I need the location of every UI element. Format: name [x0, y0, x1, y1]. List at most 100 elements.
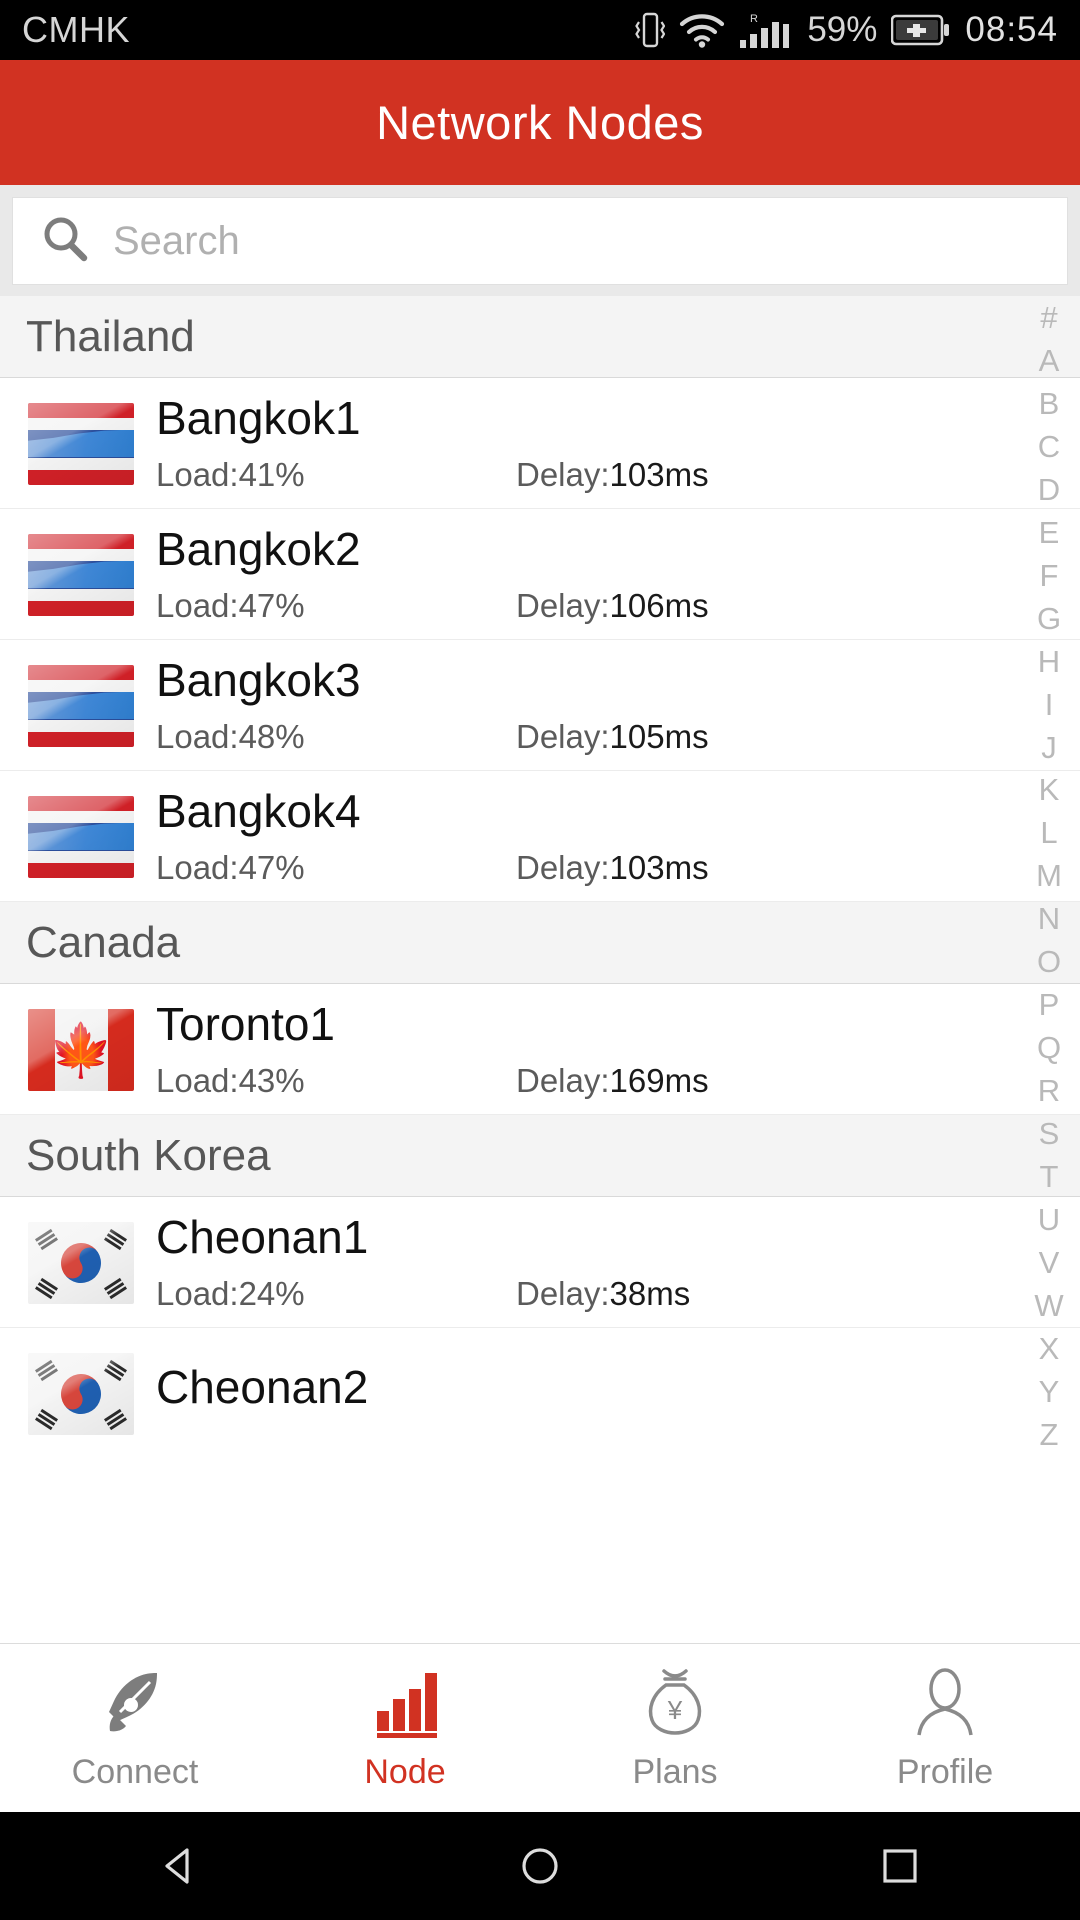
android-nav-bar [0, 1812, 1080, 1920]
table-row[interactable]: Bangkok4 Load:47% Delay:103ms [0, 771, 1080, 902]
section-header-thailand: Thailand [0, 296, 1080, 378]
rocket-icon [98, 1665, 172, 1739]
carrier-label: CMHK [22, 9, 130, 50]
alpha-item[interactable]: V [1039, 1247, 1060, 1278]
person-icon [908, 1665, 982, 1739]
alpha-item[interactable]: H [1038, 646, 1060, 677]
alpha-item[interactable]: R [1038, 1075, 1060, 1106]
thailand-flag [28, 795, 134, 878]
vibrate-icon [635, 10, 666, 50]
node-load: Load:41% [156, 455, 305, 493]
node-delay: Delay:38ms [516, 1274, 691, 1312]
table-row[interactable]: Bangkok2 Load:47% Delay:106ms [0, 509, 1080, 640]
tab-plans[interactable]: ¥ Plans [540, 1665, 810, 1792]
node-name: Cheonan2 [156, 1361, 369, 1414]
alpha-item[interactable]: F [1040, 560, 1059, 591]
alpha-item[interactable]: B [1039, 388, 1060, 419]
alphabet-index[interactable]: # A B C D E F G H I J K L M N O P Q R S … [1018, 296, 1080, 1454]
alpha-item[interactable]: # [1040, 302, 1057, 333]
alpha-item[interactable]: Z [1040, 1419, 1059, 1450]
bottom-tab-bar: Connect Node ¥ Plans Profile [0, 1643, 1080, 1812]
app-header: Network Nodes [0, 60, 1080, 185]
page-title: Network Nodes [376, 96, 704, 149]
tab-label: Plans [632, 1752, 718, 1791]
wifi-icon [679, 11, 725, 49]
table-row[interactable]: Cheonan1 Load:24% Delay:38ms [0, 1197, 1080, 1328]
node-name: Bangkok3 [156, 654, 361, 707]
tab-label: Node [364, 1752, 446, 1791]
node-delay: Delay:103ms [516, 848, 709, 886]
node-delay: Delay:105ms [516, 717, 709, 755]
search-container: Search [0, 185, 1080, 296]
tab-connect[interactable]: Connect [0, 1665, 270, 1792]
node-load: Load:48% [156, 717, 305, 755]
section-title: Canada [26, 917, 181, 967]
recents-square-icon[interactable] [840, 1844, 960, 1888]
node-name: Toronto1 [156, 998, 336, 1051]
alpha-item[interactable]: K [1039, 774, 1060, 805]
node-delay: Delay:169ms [516, 1061, 709, 1099]
node-delay: Delay:103ms [516, 455, 709, 493]
signal-icon: R [739, 10, 793, 50]
clock-label: 08:54 [965, 10, 1058, 49]
search-input[interactable]: Search [12, 197, 1068, 285]
node-name: Cheonan1 [156, 1211, 369, 1264]
thailand-flag [28, 664, 134, 747]
home-circle-icon[interactable] [480, 1844, 600, 1888]
alpha-item[interactable]: L [1040, 817, 1057, 848]
south-korea-flag [28, 1352, 134, 1435]
canada-flag: 🍁 [28, 1008, 134, 1091]
battery-percent-label: 59% [807, 10, 878, 49]
node-name: Bangkok2 [156, 523, 361, 576]
thailand-flag [28, 533, 134, 616]
alpha-item[interactable]: Q [1037, 1032, 1061, 1063]
alpha-item[interactable]: Y [1039, 1376, 1060, 1407]
alpha-item[interactable]: G [1037, 603, 1061, 634]
status-bar: CMHK R 59% 08:54 [0, 0, 1080, 60]
alpha-item[interactable]: S [1039, 1118, 1060, 1149]
bar-chart-icon [368, 1665, 442, 1739]
thailand-flag [28, 402, 134, 485]
svg-text:¥: ¥ [667, 1695, 683, 1725]
alpha-item[interactable]: A [1039, 345, 1060, 376]
alpha-item[interactable]: C [1038, 431, 1060, 462]
svg-text:R: R [750, 13, 758, 25]
alpha-item[interactable]: M [1036, 860, 1062, 891]
alpha-item[interactable]: T [1040, 1161, 1059, 1192]
alpha-item[interactable]: I [1045, 689, 1054, 720]
node-list[interactable]: Thailand Bangkok1 Load:41% Delay:103ms B… [0, 296, 1080, 1454]
table-row[interactable]: Bangkok3 Load:48% Delay:105ms [0, 640, 1080, 771]
alpha-item[interactable]: U [1038, 1204, 1060, 1235]
alpha-item[interactable]: E [1039, 517, 1060, 548]
alpha-item[interactable]: N [1038, 903, 1060, 934]
node-load: Load:43% [156, 1061, 305, 1099]
alpha-item[interactable]: J [1041, 732, 1057, 763]
node-load: Load:24% [156, 1274, 305, 1312]
tab-node[interactable]: Node [270, 1665, 540, 1792]
node-load: Load:47% [156, 586, 305, 624]
node-name: Bangkok1 [156, 392, 361, 445]
alpha-item[interactable]: O [1037, 946, 1061, 977]
section-header-south-korea: South Korea [0, 1115, 1080, 1197]
table-row[interactable]: 🍁 Toronto1 Load:43% Delay:169ms [0, 984, 1080, 1115]
tab-label: Profile [896, 1752, 994, 1791]
status-icons: R 59% 08:54 [635, 10, 1058, 50]
alpha-item[interactable]: P [1039, 989, 1060, 1020]
phone-screen: CMHK R 59% 08:54 Network Nodes Search Th… [0, 0, 1080, 1920]
money-bag-icon: ¥ [638, 1665, 712, 1739]
tab-label: Connect [71, 1752, 199, 1791]
section-header-canada: Canada [0, 902, 1080, 984]
node-delay: Delay:106ms [516, 586, 709, 624]
alpha-item[interactable]: X [1039, 1333, 1060, 1364]
alpha-item[interactable]: D [1038, 474, 1060, 505]
section-title: South Korea [26, 1130, 271, 1180]
back-triangle-icon[interactable] [120, 1844, 240, 1888]
table-row[interactable]: Bangkok1 Load:41% Delay:103ms [0, 378, 1080, 509]
section-title: Thailand [26, 311, 195, 361]
battery-charging-icon [891, 13, 951, 47]
search-icon [39, 213, 91, 270]
table-row[interactable]: Cheonan2 [0, 1328, 1080, 1454]
tab-profile[interactable]: Profile [810, 1665, 1080, 1792]
alpha-item[interactable]: W [1034, 1290, 1063, 1321]
node-load: Load:47% [156, 848, 305, 886]
